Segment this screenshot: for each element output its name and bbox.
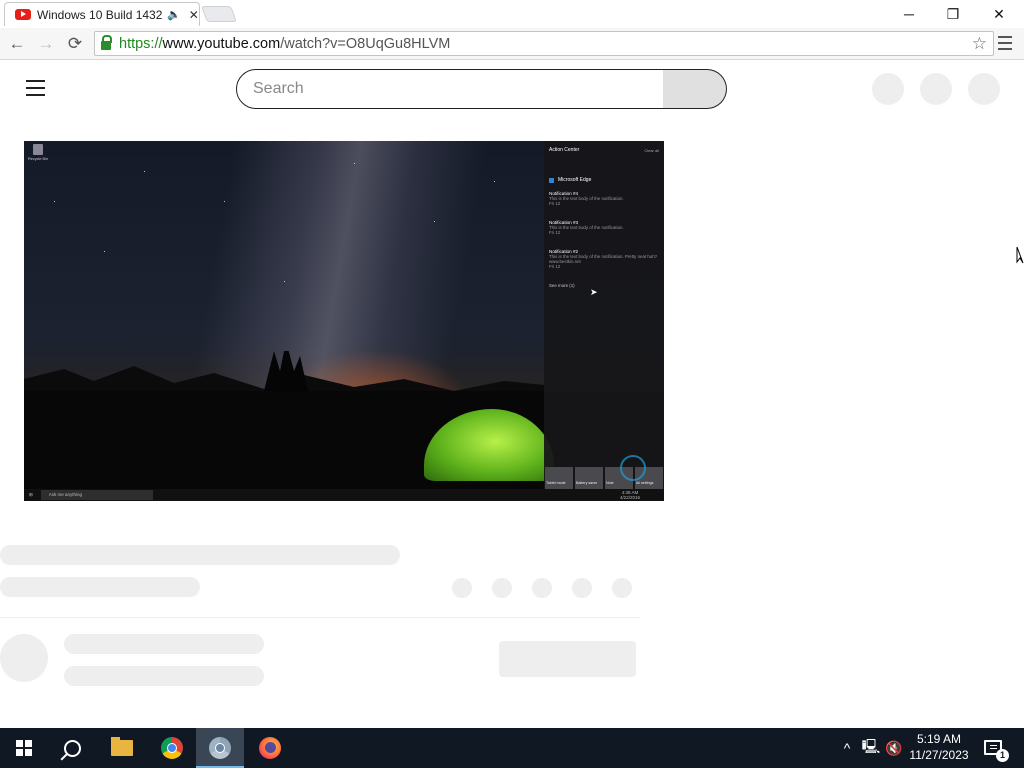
channel-name-placeholder xyxy=(64,634,264,654)
action-placeholder xyxy=(452,578,472,598)
forward-button[interactable]: → xyxy=(34,32,58,56)
tray-chevron-icon[interactable]: ^ xyxy=(838,728,856,768)
chrome-icon xyxy=(161,737,183,759)
volume-muted-icon[interactable]: 🔇 xyxy=(884,728,904,768)
account-avatar-placeholder[interactable] xyxy=(968,73,1000,105)
tab-close-icon[interactable]: ✕ xyxy=(189,8,199,22)
notification-item: Notification #3 This is the text body of… xyxy=(549,220,659,235)
channel-avatar-placeholder xyxy=(0,634,48,682)
search-input[interactable]: Search xyxy=(236,69,664,109)
taskbar-search-button[interactable] xyxy=(48,728,96,768)
reload-button[interactable]: ⟳ xyxy=(63,32,87,56)
url-path: /watch?v=O8UqGu8HLVM xyxy=(280,35,451,52)
speaker-icon[interactable]: 🔈 xyxy=(167,8,181,21)
notification-item: Notification #2 This is the text body of… xyxy=(549,249,659,269)
action-placeholder xyxy=(572,578,592,598)
start-button[interactable] xyxy=(0,728,48,768)
search-button[interactable] xyxy=(663,69,727,109)
divider xyxy=(0,617,640,618)
action-placeholder xyxy=(492,578,512,598)
quick-action-tile: Battery saver xyxy=(575,467,603,489)
url-scheme: https:// xyxy=(119,35,163,52)
views-placeholder xyxy=(0,577,200,597)
url-text: https://www.youtube.com/watch?v=O8UqGu8H… xyxy=(119,36,450,52)
url-host: www.youtube.com xyxy=(162,35,281,52)
search-icon xyxy=(63,739,81,757)
subscribe-button-placeholder xyxy=(499,641,636,677)
video-start-icon: ⊞ xyxy=(29,492,33,497)
firefox-icon xyxy=(259,737,281,759)
firefox-taskbar-button[interactable] xyxy=(246,728,294,768)
action-placeholder xyxy=(612,578,632,598)
chrome-canary-icon xyxy=(209,737,231,759)
video-taskbar-clock: 4:38 AM 4/22/2016 xyxy=(620,490,640,500)
notification-time: Fri 12 xyxy=(549,201,561,206)
edge-icon xyxy=(549,177,554,183)
cursor-icon: ➤ xyxy=(590,287,598,297)
guide-menu-icon[interactable] xyxy=(26,80,46,96)
quick-actions: Tablet mode Battery saver Note All setti… xyxy=(544,467,664,489)
browser-menu-icon[interactable] xyxy=(998,36,1016,50)
network-icon[interactable]: 🖳 xyxy=(860,728,882,768)
action-placeholder xyxy=(532,578,552,598)
recycle-bin-label: Recycle Bin xyxy=(28,157,49,161)
clock-time: 5:19 AM xyxy=(916,732,962,746)
video-clock-date: 4/22/2016 xyxy=(619,495,640,500)
chrome-active-taskbar-button[interactable] xyxy=(196,728,244,768)
mouse-cursor-icon xyxy=(1016,246,1024,264)
notification-time: Fri 12 xyxy=(549,264,561,269)
youtube-icon xyxy=(15,9,31,20)
notification-count-badge: 1 xyxy=(996,749,1009,762)
see-more-link: See more (1) xyxy=(549,283,575,288)
start-icon xyxy=(16,740,32,756)
video-windows-taskbar: ⊞ Ask me anything 4:38 AM 4/22/2016 xyxy=(24,489,664,501)
notification-app-header: Microsoft Edge xyxy=(549,177,659,183)
browser-toolbar: ← → ⟳ https://www.youtube.com/watch?v=O8… xyxy=(0,28,1024,60)
minimize-button[interactable]: ─ xyxy=(886,0,932,28)
title-placeholder xyxy=(0,545,400,565)
notification-time: Fri 12 xyxy=(549,230,561,235)
action-center-panel: Action Center Clear all Microsoft Edge N… xyxy=(544,141,664,489)
windows-taskbar: ^ 🖳 🔇 5:19 AM 11/27/2023 1 xyxy=(0,728,1024,768)
notification-item: Notification #4 This is the text body of… xyxy=(549,191,659,206)
video-taskbar-search: Ask me anything xyxy=(40,490,153,500)
lock-icon xyxy=(101,35,112,50)
upload-icon-placeholder[interactable] xyxy=(872,73,904,105)
video-player[interactable]: Recycle Bin Action Center Clear all Micr… xyxy=(24,141,664,501)
touch-indicator xyxy=(620,455,646,481)
chrome-taskbar-button[interactable] xyxy=(148,728,196,768)
recycle-bin-icon: Recycle Bin xyxy=(28,144,48,161)
taskbar-clock[interactable]: 5:19 AM 11/27/2023 xyxy=(904,731,974,765)
notifications-icon-placeholder[interactable] xyxy=(920,73,952,105)
bookmark-star-icon[interactable]: ☆ xyxy=(972,34,987,54)
quick-action-tile: Tablet mode xyxy=(545,467,573,489)
tab-title: Windows 10 Build 1432 xyxy=(37,7,163,22)
subscriber-placeholder xyxy=(64,666,264,686)
clear-all-link: Clear all xyxy=(644,148,659,153)
address-bar[interactable]: https://www.youtube.com/watch?v=O8UqGu8H… xyxy=(94,31,994,56)
restore-button[interactable]: ❐ xyxy=(930,0,976,28)
clock-date: 11/27/2023 xyxy=(909,748,969,762)
action-center-title: Action Center xyxy=(549,147,580,153)
new-tab-button[interactable] xyxy=(201,6,237,22)
browser-tab-strip: Windows 10 Build 1432 🔈 ✕ ─ ❐ ✕ xyxy=(0,0,1024,28)
close-window-button[interactable]: ✕ xyxy=(976,0,1022,28)
notification-app-name: Microsoft Edge xyxy=(558,177,592,183)
file-explorer-button[interactable] xyxy=(98,728,146,768)
file-explorer-icon xyxy=(111,737,133,756)
back-button[interactable]: ← xyxy=(5,32,29,56)
browser-tab[interactable]: Windows 10 Build 1432 🔈 ✕ xyxy=(4,2,200,26)
